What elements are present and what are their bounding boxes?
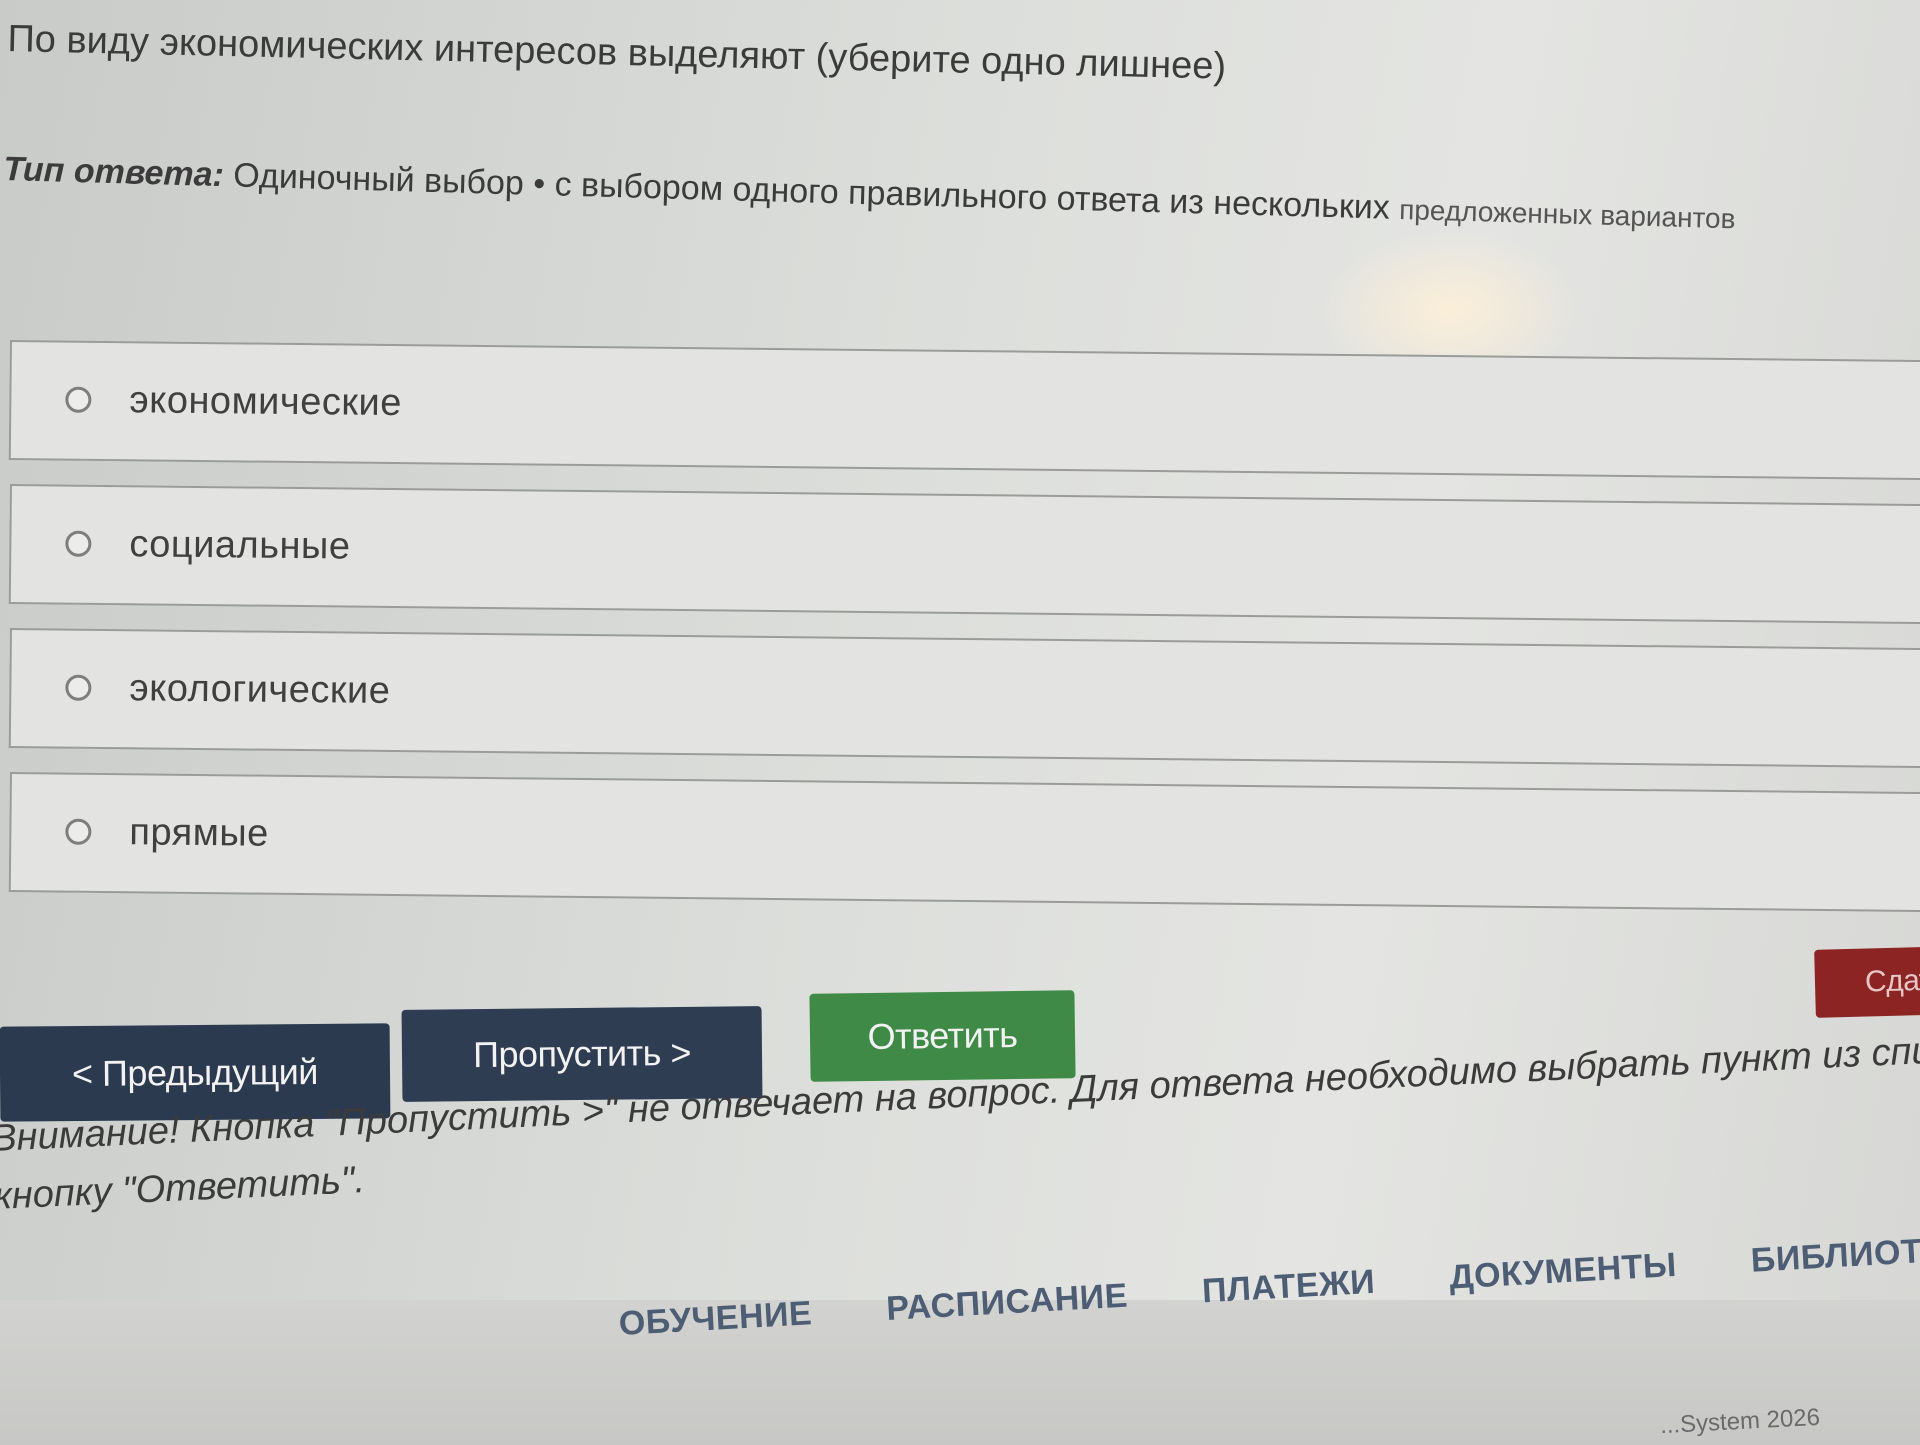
option-social[interactable]: социальные: [8, 484, 1920, 625]
answer-type: Тип ответа: Одиночный выбор • с выбором …: [3, 150, 1736, 237]
option-economic[interactable]: экономические: [8, 340, 1920, 481]
radio-button[interactable]: [65, 386, 92, 413]
answer-options: экономические социальные экологические п…: [8, 340, 1920, 916]
nav-item-documents[interactable]: ДОКУМЕНТЫ: [1448, 1246, 1677, 1298]
answer-type-label: Тип ответа:: [2, 150, 225, 195]
nav-item-library[interactable]: БИБЛИОТЕКА: [1750, 1228, 1920, 1280]
answer-type-hint: предложенных вариантов: [1398, 193, 1736, 235]
option-direct[interactable]: прямые: [8, 772, 1920, 913]
option-label: экологические: [129, 667, 391, 712]
option-label: прямые: [129, 811, 270, 855]
radio-button[interactable]: [65, 818, 92, 845]
test-page: По виду экономических интересов выделяют…: [0, 0, 1920, 1445]
option-label: социальные: [129, 523, 351, 568]
option-label: экономические: [129, 379, 403, 425]
submit-test-button[interactable]: Сдат: [1814, 946, 1920, 1018]
question-title: По виду экономических интересов выделяют…: [7, 18, 1227, 88]
radio-button[interactable]: [65, 530, 92, 557]
radio-button[interactable]: [65, 674, 92, 701]
option-ecological[interactable]: экологические: [8, 628, 1920, 769]
answer-type-value: Одиночный выбор • с выбором одного прави…: [223, 156, 1400, 227]
